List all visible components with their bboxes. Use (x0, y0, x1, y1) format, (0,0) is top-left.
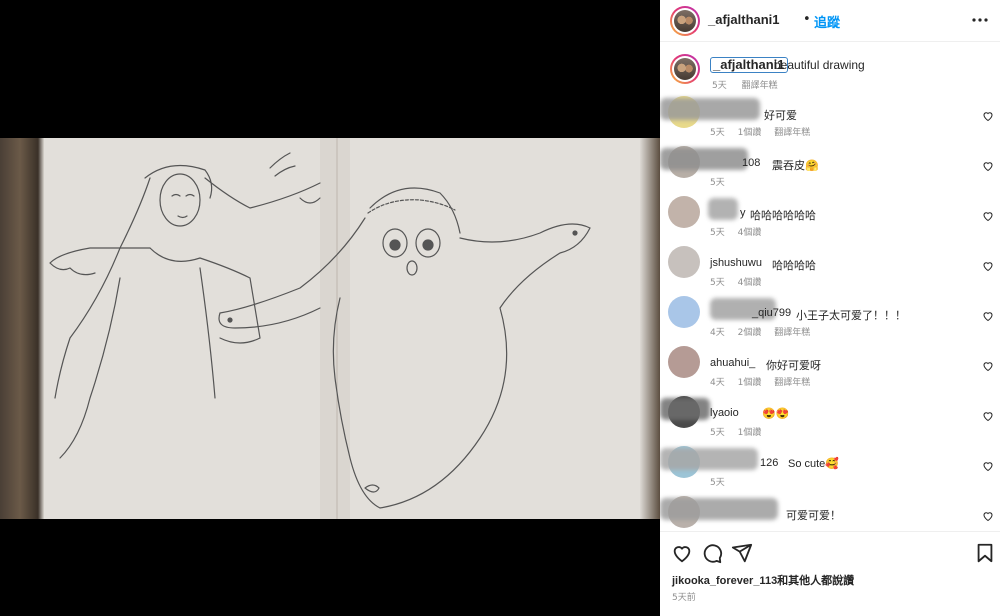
comment-text: 你好可爱呀 (766, 360, 821, 372)
comment-row: 可爱可爱！ (660, 492, 1000, 532)
redaction-scribble (660, 398, 710, 420)
caption-time: 5天 (712, 81, 727, 91)
post-caption: _afjalthani1 beautiful drawing 5天 翻譯年糕 (660, 48, 1000, 92)
comment-icon[interactable] (701, 542, 723, 564)
comment-row: jshushuwu 哈哈哈哈 5天 4個讚 (660, 242, 1000, 292)
post-image[interactable] (0, 138, 660, 519)
comment-meta: 5天 1個讚 翻譯年糕 (710, 125, 820, 138)
comment-likes[interactable]: 1個讚 (738, 378, 762, 388)
comment-meta: 5天 (710, 475, 755, 488)
comment-time: 4天 (710, 378, 725, 388)
comment-username[interactable]: y (740, 207, 746, 219)
heart-icon[interactable] (982, 510, 994, 522)
caption-text: beautiful drawing (774, 58, 865, 72)
comment-translate[interactable]: 翻譯年糕 (774, 328, 810, 338)
comment-username[interactable]: lyaoio (710, 407, 739, 419)
comment-text: 好可爱 (764, 110, 797, 122)
liked-by[interactable]: jikooka_forever_113和其他人都說讚 (672, 572, 854, 588)
author-username[interactable]: _afjalthani1 (708, 12, 780, 27)
heart-icon[interactable] (982, 460, 994, 472)
comment-username[interactable]: _qiu799 (752, 307, 791, 319)
heart-icon[interactable] (982, 110, 994, 122)
comment-meta: 5天 (710, 175, 755, 188)
comment-text: 😍😍 (762, 408, 790, 420)
follow-button[interactable]: 追蹤 (814, 12, 840, 31)
comment-time: 5天 (710, 228, 725, 238)
heart-icon[interactable] (982, 410, 994, 422)
comment-time: 5天 (710, 178, 725, 188)
heart-icon[interactable] (982, 210, 994, 222)
comment-time: 5天 (710, 278, 725, 288)
comment-text: 小王子太可爱了！！！ (796, 310, 906, 322)
more-horizontal-icon[interactable] (970, 10, 990, 30)
comment-meta: 4天 2個讚 翻譯年糕 (710, 325, 820, 338)
heart-icon[interactable] (671, 542, 693, 564)
redaction-scribble (660, 498, 778, 520)
heart-icon[interactable] (982, 260, 994, 272)
comment-meta: 5天 4個讚 (710, 275, 781, 288)
comment-time: 4天 (710, 328, 725, 338)
post-actions: jikooka_forever_113和其他人都說讚 5天前 (660, 531, 1000, 616)
comment-row: y 哈哈哈哈哈哈 5天 4個讚 (660, 192, 1000, 242)
comment-username[interactable]: 108 (742, 157, 760, 169)
comment-text: 哈哈哈哈 (772, 260, 816, 272)
caption-avatar[interactable] (670, 54, 700, 84)
comment-username[interactable]: ahuahui_ (710, 357, 755, 369)
caption-translate[interactable]: 翻譯年糕 (742, 81, 778, 91)
comment-likes[interactable]: 4個讚 (738, 228, 762, 238)
comment-translate[interactable]: 翻譯年糕 (774, 378, 810, 388)
comment-likes[interactable]: 1個讚 (738, 128, 762, 138)
comment-time: 5天 (710, 478, 725, 488)
heart-icon[interactable] (982, 310, 994, 322)
comment-row: lyaoio 😍😍 5天 1個讚 (660, 392, 1000, 442)
comment-meta: 4天 1個讚 翻譯年糕 (710, 375, 820, 388)
comment-row: 108 震吞皮🤗 5天 (660, 142, 1000, 192)
comment-username[interactable]: 126 (760, 457, 778, 469)
heart-icon[interactable] (982, 160, 994, 172)
comment-row: 好可爱 5天 1個讚 翻譯年糕 (660, 92, 1000, 142)
post-media (0, 0, 660, 616)
comment-row: ahuahui_ 你好可爱呀 4天 1個讚 翻譯年糕 (660, 342, 1000, 392)
comment-time: 5天 (710, 428, 725, 438)
comment-likes[interactable]: 4個讚 (738, 278, 762, 288)
comments-list[interactable]: 好可爱 5天 1個讚 翻譯年糕 108 震吞皮🤗 5天 y 哈哈哈哈哈哈 5天 … (660, 92, 1000, 532)
redaction-scribble (660, 148, 748, 170)
comment-text: 可爱可爱！ (786, 510, 841, 522)
comment-translate[interactable]: 翻譯年糕 (774, 128, 810, 138)
commenter-avatar[interactable] (668, 196, 700, 228)
comment-text: 哈哈哈哈哈哈 (750, 210, 816, 222)
redaction-scribble (708, 198, 738, 220)
comment-text: 震吞皮🤗 (772, 160, 819, 172)
send-icon[interactable] (731, 542, 753, 564)
post-timestamp: 5天前 (672, 593, 696, 603)
comment-row: 126 So cute🥰 5天 (660, 442, 1000, 492)
commenter-avatar[interactable] (668, 296, 700, 328)
comment-meta: 5天 1個讚 (710, 425, 781, 438)
header-separator: • (803, 12, 811, 27)
commenter-avatar[interactable] (668, 346, 700, 378)
comment-username[interactable]: jshushuwu (710, 257, 762, 269)
post-header: _afjalthani1 • 追蹤 (660, 0, 1000, 42)
comment-text: So cute🥰 (788, 458, 839, 470)
caption-meta: 5天 翻譯年糕 (712, 78, 790, 91)
post-panel: _afjalthani1 • 追蹤 _afjalthani1 beautiful… (660, 0, 1000, 616)
comment-row: _qiu799 小王子太可爱了！！！ 4天 2個讚 翻譯年糕 (660, 292, 1000, 342)
redaction-scribble (660, 98, 760, 120)
comment-likes[interactable]: 1個讚 (738, 428, 762, 438)
redaction-scribble (660, 448, 758, 470)
comment-time: 5天 (710, 128, 725, 138)
commenter-avatar[interactable] (668, 246, 700, 278)
comment-meta: 5天 4個讚 (710, 225, 781, 238)
comment-likes[interactable]: 2個讚 (738, 328, 762, 338)
bookmark-icon[interactable] (974, 542, 996, 564)
author-avatar[interactable] (670, 6, 700, 36)
heart-icon[interactable] (982, 360, 994, 372)
sketchbook-drawing (44, 138, 640, 519)
